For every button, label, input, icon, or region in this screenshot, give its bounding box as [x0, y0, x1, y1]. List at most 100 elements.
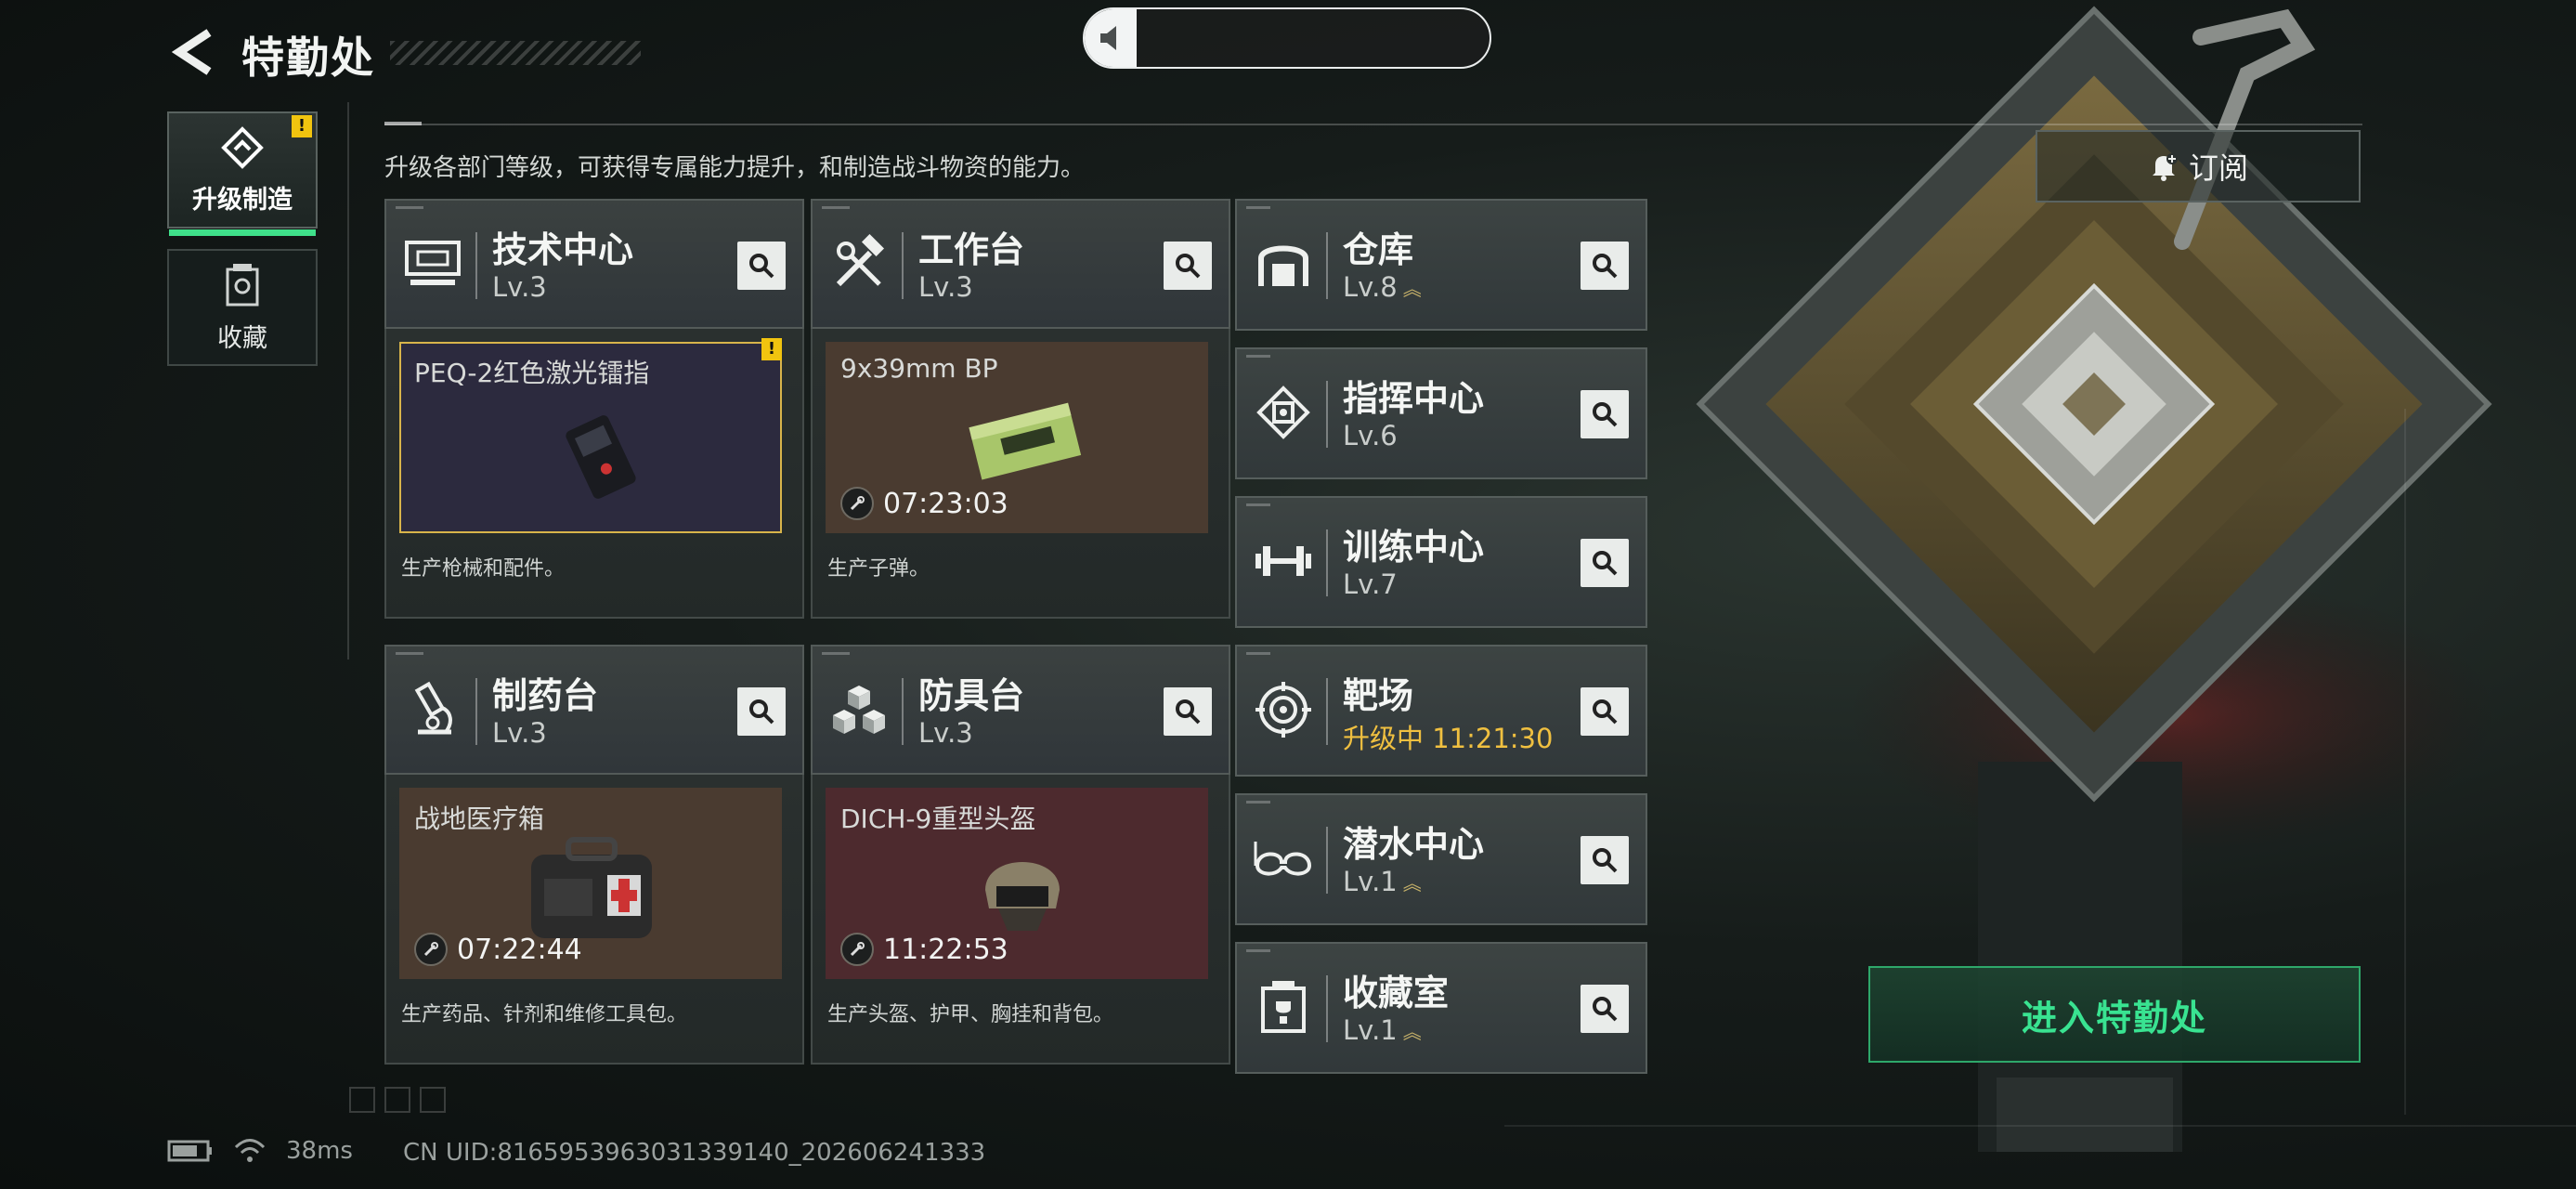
volume-fill: [1085, 9, 1137, 67]
production-timer: 07:23:03: [840, 487, 1008, 520]
warning-badge: !: [292, 115, 312, 137]
subscribe-button[interactable]: 订阅: [2036, 130, 2361, 203]
nav-divider: [347, 102, 349, 660]
separator: [902, 678, 904, 745]
dumbbell-icon: [1248, 526, 1319, 596]
dept-name: 指挥中心: [1343, 378, 1485, 419]
dept-level: Lv.6: [1343, 420, 1398, 451]
title-decoration: [390, 41, 641, 65]
header-divider: [384, 124, 2362, 125]
search-icon: [1176, 254, 1201, 279]
wifi-icon: [234, 1139, 266, 1162]
page-title: 特勤处: [241, 33, 375, 83]
dept-name: 仓库: [1343, 229, 1414, 270]
dept-name: 靶场: [1343, 675, 1414, 716]
search-button[interactable]: [1581, 390, 1629, 438]
search-icon: [1593, 699, 1618, 725]
dept-description: 生产子弹。: [827, 557, 930, 581]
search-icon: [1593, 848, 1618, 873]
helmet-image: [985, 862, 1060, 931]
dept-level: Lv.7: [1343, 568, 1398, 600]
wrench-timer-icon: [840, 933, 874, 966]
laser-device-image: [566, 415, 636, 499]
back-button[interactable]: [165, 22, 221, 82]
separator: [1326, 381, 1328, 448]
tab-upgrade-craft[interactable]: 升级制造 !: [167, 111, 318, 236]
dept-level: Lv.3: [918, 717, 973, 749]
dept-level: Lv.3: [492, 717, 547, 749]
production-slot[interactable]: PEQ-2红色激光镭指 !: [399, 338, 782, 533]
goggles-icon: [1248, 823, 1319, 894]
latency-value: 38ms: [286, 1137, 353, 1165]
separator: [475, 232, 477, 299]
timer-value: 07:23:03: [883, 487, 1008, 520]
dept-name: 训练中心: [1343, 527, 1485, 568]
warehouse-icon: [1248, 229, 1319, 299]
separator: [1326, 232, 1328, 299]
tab-collection[interactable]: 收藏: [167, 249, 318, 366]
item-name: DICH-9重型头盔: [840, 804, 1036, 834]
upgrade-available-icon: ︽: [1402, 872, 1422, 895]
dept-name: 潜水中心: [1343, 824, 1485, 865]
wrench-timer-icon: [414, 933, 448, 966]
dept-name: 技术中心: [492, 229, 634, 270]
production-panel-pharmacy: 战地医疗箱 07:22:44 生产药品、针剂和维修工具包。: [384, 775, 804, 1065]
dept-row-shooting-range[interactable]: 靶场 升级中 11:21:30: [1235, 645, 1647, 777]
dept-card-armor-bench[interactable]: 防具台 Lv.3: [811, 645, 1230, 775]
search-button[interactable]: [1581, 242, 1629, 290]
dept-level: Lv.3: [918, 271, 973, 303]
search-icon: [1176, 699, 1201, 725]
production-slot[interactable]: DICH-9重型头盔 11:22:53: [826, 788, 1208, 979]
tools-icon: [824, 229, 894, 299]
search-button[interactable]: [1581, 687, 1629, 736]
production-timer: 11:22:53: [840, 933, 1008, 966]
dept-card-workbench[interactable]: 工作台 Lv.3: [811, 199, 1230, 329]
search-button[interactable]: [1164, 687, 1212, 736]
separator: [475, 678, 477, 745]
search-button[interactable]: [1581, 985, 1629, 1033]
user-uid: CN UID:8165953963031339140_202606241333: [403, 1139, 986, 1167]
dept-row-training-center[interactable]: 训练中心 Lv.7: [1235, 496, 1647, 628]
dept-row-command-center[interactable]: 指挥中心 Lv.6: [1235, 347, 1647, 479]
command-chip-icon: [1248, 377, 1319, 448]
back-arrow-icon: [172, 29, 212, 75]
speaker-icon: [1100, 26, 1116, 50]
computer-icon: [397, 229, 468, 299]
trophy-case-icon: [1248, 972, 1319, 1042]
search-icon: [1593, 997, 1618, 1022]
dept-description: 生产头盔、护甲、胸挂和背包。: [827, 1003, 1114, 1026]
dept-description: 生产枪械和配件。: [401, 557, 566, 581]
search-button[interactable]: [1164, 242, 1212, 290]
dept-upgrade-status: 升级中 11:21:30: [1343, 723, 1554, 754]
item-name: PEQ-2红色激光镭指: [414, 358, 650, 388]
search-button[interactable]: [1581, 539, 1629, 587]
production-slot[interactable]: 9x39mm BP 07:23:03: [826, 342, 1208, 533]
search-icon: [749, 699, 774, 725]
dept-row-warehouse[interactable]: 仓库 Lv.8 ︽: [1235, 199, 1647, 331]
dept-name: 制药台: [492, 675, 599, 716]
dept-row-diving-center[interactable]: 潜水中心 Lv.1 ︽: [1235, 793, 1647, 925]
microscope-icon: [397, 674, 468, 745]
separator: [1326, 529, 1328, 596]
dept-card-tech-center[interactable]: 技术中心 Lv.3: [384, 199, 804, 329]
search-icon: [749, 254, 774, 279]
dept-level: Lv.1 ︽: [1343, 866, 1422, 897]
tab-label: 收藏: [217, 323, 267, 353]
volume-slider[interactable]: [1083, 7, 1491, 69]
search-button[interactable]: [737, 242, 786, 290]
separator: [902, 232, 904, 299]
production-slot[interactable]: 战地医疗箱 07:22:44: [399, 788, 782, 979]
enter-special-ops-button[interactable]: 进入特勤处: [1868, 966, 2361, 1063]
header-divider-accent: [384, 122, 422, 125]
dept-row-collection-room[interactable]: 收藏室 Lv.1 ︽: [1235, 942, 1647, 1074]
dept-card-pharmacy[interactable]: 制药台 Lv.3: [384, 645, 804, 775]
tab-label: 升级制造: [192, 185, 293, 215]
dept-name: 防具台: [918, 675, 1025, 716]
collection-icon: [226, 263, 259, 306]
wrench-timer-icon: [840, 487, 874, 520]
decorative-boxes: [349, 1087, 446, 1113]
search-button[interactable]: [1581, 836, 1629, 884]
battery-icon: [167, 1140, 212, 1162]
search-button[interactable]: [737, 687, 786, 736]
separator: [1326, 827, 1328, 894]
